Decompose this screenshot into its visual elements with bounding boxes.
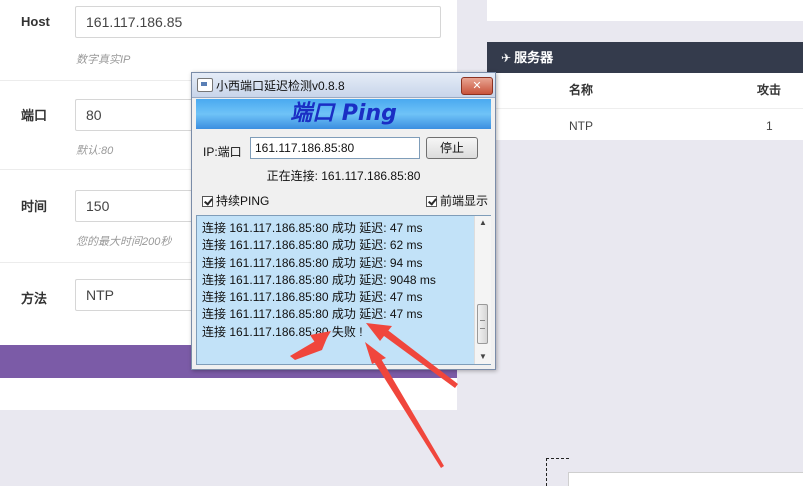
selection-marker [546, 458, 569, 486]
server-name: NTP [569, 119, 593, 133]
list-item: 连接 161.117.186.85:80 成功 延迟: 94 ms [202, 255, 423, 270]
app-window-icon [197, 78, 213, 92]
servers-header: ✈ 服务器 [487, 42, 803, 73]
servers-panel: ✈ 服务器 名称 攻击 NTP 1 [487, 42, 803, 140]
checkbox-checked-icon [202, 196, 213, 207]
connection-status: 正在连接: 161.117.186.85:80 [266, 169, 421, 183]
scroll-down-icon[interactable]: ▼ [475, 350, 491, 364]
port-help-text: 默认:80 [76, 145, 114, 157]
time-help-text: 您的最大时间200秒 [76, 236, 172, 248]
host-help-text: 数字真实IP [76, 54, 131, 66]
list-item: 连接 161.117.186.85:80 成功 延迟: 62 ms [202, 238, 423, 253]
servers-title: 服务器 [514, 50, 554, 65]
ping-log[interactable]: 连接 161.117.186.85:80 成功 延迟: 47 ms 连接 161… [196, 215, 491, 365]
log-scrollbar[interactable]: ▲ ▼ [474, 216, 491, 364]
list-item: 连接 161.117.186.85:80 成功 延迟: 47 ms [202, 221, 423, 235]
port-label: 端口 [21, 108, 48, 123]
bottom-card [568, 472, 803, 486]
close-button[interactable]: ✕ [461, 77, 493, 95]
continuous-ping-label: 持续PING [216, 194, 270, 208]
scroll-thumb[interactable] [477, 304, 488, 344]
time-label: 时间 [21, 199, 48, 214]
host-label: Host [21, 14, 50, 29]
topmost-checkbox[interactable]: 前端显示 [426, 192, 488, 209]
table-row: NTP 1 [487, 109, 803, 141]
list-item: 连接 161.117.186.85:80 失败 ! [202, 324, 363, 339]
dialog-titlebar[interactable]: 小西端口延迟检测v0.8.8 ✕ [192, 73, 495, 98]
server-attacks: 1 [766, 119, 773, 133]
continuous-ping-checkbox[interactable]: 持续PING [202, 192, 269, 209]
list-item: 连接 161.117.186.85:80 成功 延迟: 9048 ms [202, 272, 436, 287]
list-item: 连接 161.117.186.85:80 成功 延迟: 47 ms [202, 290, 423, 305]
stop-button[interactable]: 停止 [426, 137, 478, 159]
host-input[interactable]: 161.117.186.85 [75, 6, 441, 38]
ip-port-input[interactable]: 161.117.186.85:80 [250, 137, 420, 159]
dialog-title: 小西端口延迟检测v0.8.8 [216, 79, 345, 93]
paper-plane-icon: ✈ [501, 51, 512, 65]
method-label: 方法 [21, 291, 48, 306]
host-row: Host 161.117.186.85 数字真实IP [0, 0, 457, 81]
column-name: 名称 [569, 83, 594, 97]
scroll-up-icon[interactable]: ▲ [475, 216, 491, 230]
ip-port-label: IP:端口 [203, 145, 242, 159]
ping-dialog-window: 小西端口延迟检测v0.8.8 ✕ 端口 Ping IP:端口 161.117.1… [191, 72, 496, 370]
servers-column-header: 名称 攻击 [487, 73, 803, 109]
dialog-banner: 端口 Ping [196, 99, 491, 129]
list-item: 连接 161.117.186.85:80 成功 延迟: 47 ms [202, 307, 423, 322]
column-attacks: 攻击 [757, 83, 782, 97]
topmost-label: 前端显示 [440, 194, 489, 208]
checkbox-checked-icon [426, 196, 437, 207]
log-lines: 连接 161.117.186.85:80 成功 延迟: 47 ms 连接 161… [202, 220, 436, 341]
top-right-card [487, 0, 803, 21]
